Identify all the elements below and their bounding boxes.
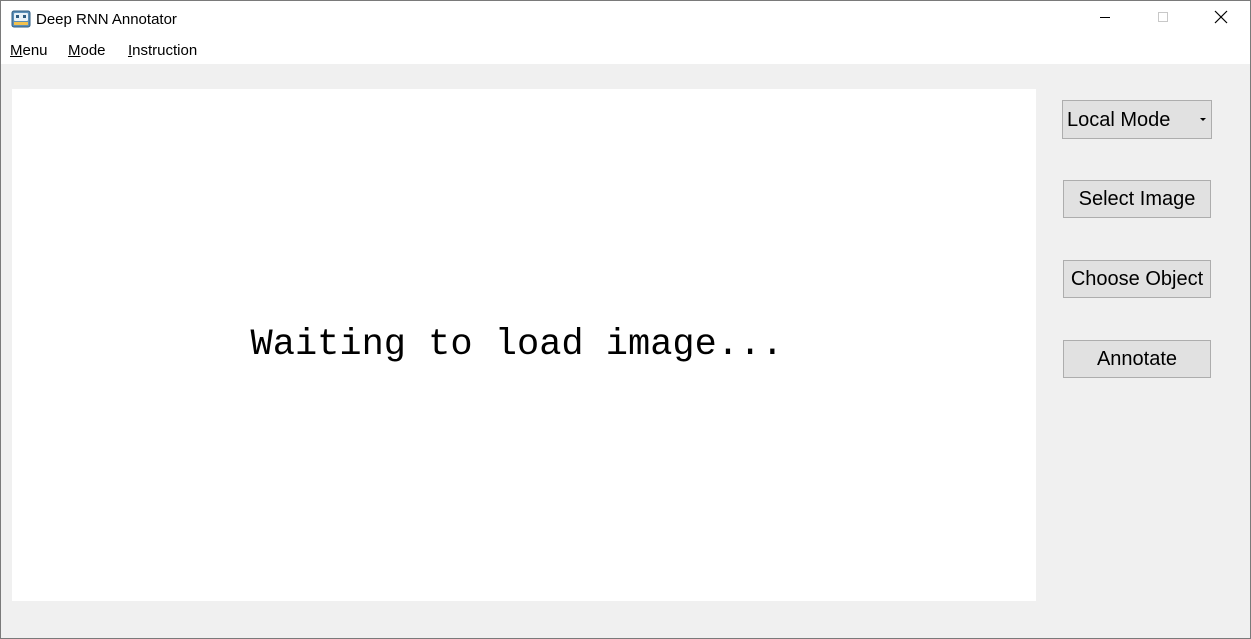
robot-icon [11, 10, 31, 28]
menu-menu[interactable]: Menu [10, 42, 48, 60]
app-window: Deep RNN Annotator Menu Mode Instruction [0, 0, 1251, 639]
minimize-icon [1099, 10, 1111, 28]
menu-instruction-label: nstruction [132, 42, 198, 59]
mode-select-value: Local Mode [1067, 109, 1171, 131]
close-button[interactable] [1192, 1, 1250, 37]
annotate-button[interactable]: Annotate [1063, 340, 1211, 378]
maximize-button[interactable] [1134, 1, 1192, 37]
menu-menu-label: enu [22, 42, 48, 59]
select-image-button[interactable]: Select Image [1063, 180, 1211, 218]
close-icon [1214, 10, 1228, 29]
mode-select[interactable]: Local Mode [1062, 100, 1212, 139]
menu-instruction[interactable]: Instruction [128, 42, 197, 60]
choose-object-button[interactable]: Choose Object [1063, 260, 1211, 298]
canvas-placeholder-text: Waiting to load image... [250, 324, 784, 366]
menu-mode[interactable]: Mode [68, 42, 106, 60]
menu-bar: Menu Mode Instruction [1, 37, 1250, 64]
title-bar[interactable]: Deep RNN Annotator [1, 1, 1250, 37]
dropdown-arrow-icon [1200, 118, 1206, 121]
window-title: Deep RNN Annotator [36, 11, 177, 28]
minimize-button[interactable] [1076, 1, 1134, 37]
menu-mode-accelerator: M [68, 42, 81, 59]
menu-mode-label: ode [80, 42, 106, 59]
maximize-icon [1157, 10, 1169, 28]
menu-menu-accelerator: M [10, 42, 23, 59]
image-canvas[interactable]: Waiting to load image... [12, 89, 1036, 601]
